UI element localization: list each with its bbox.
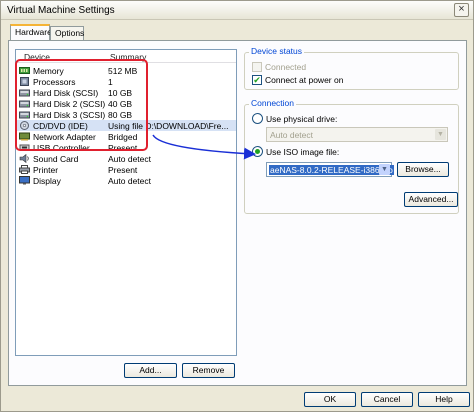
- physical-drive-value: Auto detect: [270, 130, 314, 140]
- connection-label: Connection: [249, 98, 297, 108]
- annotation-highlight-box: [15, 59, 148, 151]
- ok-button[interactable]: OK: [304, 392, 356, 407]
- iso-image-combobox[interactable]: aeNAS-8.0.2-RELEASE-i386.iso ▼: [266, 162, 394, 177]
- close-button[interactable]: ×: [454, 3, 469, 17]
- connected-checkbox[interactable]: [252, 62, 262, 72]
- device-status-label: Device status: [249, 46, 305, 56]
- device-summary: Auto detect: [108, 176, 152, 186]
- sound-card-icon: [19, 154, 29, 163]
- advanced-button[interactable]: Advanced...: [404, 192, 458, 207]
- connect-at-power-on-checkbox[interactable]: ✔: [252, 75, 262, 85]
- use-physical-drive-label: Use physical drive:: [266, 114, 338, 124]
- connected-label: Connected: [265, 62, 307, 72]
- iso-image-path-value[interactable]: aeNAS-8.0.2-RELEASE-i386.iso: [269, 165, 394, 175]
- chevron-down-icon[interactable]: ▼: [379, 164, 390, 175]
- use-physical-drive-radio[interactable]: [252, 113, 263, 124]
- device-summary: Auto detect: [108, 154, 152, 164]
- device-row-printer[interactable]: Printer Present: [16, 164, 236, 175]
- add-button[interactable]: Add...: [124, 363, 177, 378]
- tab-hardware[interactable]: Hardware: [10, 24, 52, 41]
- tab-options[interactable]: Options: [50, 26, 84, 40]
- device-summary: Present: [108, 165, 138, 175]
- device-name: Display: [33, 176, 61, 186]
- remove-button[interactable]: Remove: [182, 363, 235, 378]
- radio-selected-dot: [255, 149, 260, 154]
- display-icon: [19, 176, 30, 185]
- help-button[interactable]: Help: [418, 392, 470, 407]
- title-bar: Virtual Machine Settings ×: [1, 1, 473, 20]
- browse-button[interactable]: Browse...: [397, 162, 449, 177]
- device-name: Sound Card: [33, 154, 79, 164]
- chevron-down-icon[interactable]: ▼: [435, 129, 446, 140]
- device-row-sound-card[interactable]: Sound Card Auto detect: [16, 153, 236, 164]
- use-iso-image-label: Use ISO image file:: [266, 147, 340, 157]
- connect-at-power-on-label: Connect at power on: [265, 75, 344, 85]
- cancel-button[interactable]: Cancel: [361, 392, 413, 407]
- printer-icon: [19, 165, 30, 174]
- device-name: Printer: [33, 165, 59, 175]
- virtual-machine-settings-window: Virtual Machine Settings × Hardware Opti…: [0, 0, 474, 412]
- use-iso-image-radio[interactable]: [252, 146, 263, 157]
- physical-drive-dropdown[interactable]: Auto detect ▼: [266, 127, 448, 142]
- window-title: Virtual Machine Settings: [7, 5, 115, 16]
- device-row-display[interactable]: Display Auto detect: [16, 175, 236, 186]
